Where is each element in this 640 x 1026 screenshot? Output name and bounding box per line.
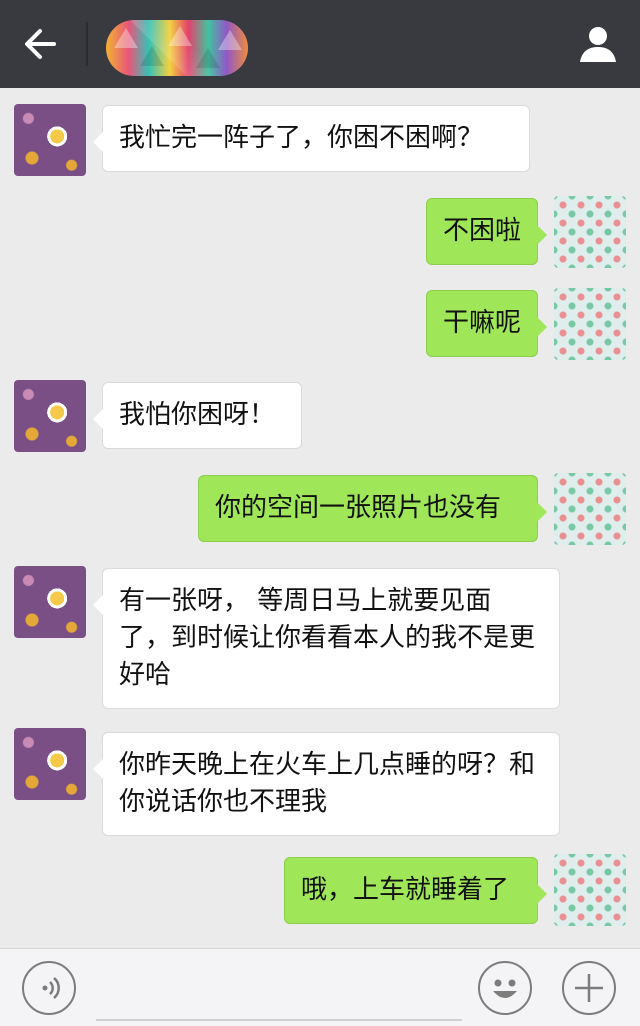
message-text: 干嘛呢 [443, 308, 522, 338]
contact-name-mosaic [106, 20, 248, 76]
more-button[interactable] [562, 961, 616, 1015]
message-text: 我怕你困呀！ [119, 400, 276, 430]
user-icon [580, 27, 616, 62]
contact-avatar[interactable] [14, 104, 86, 176]
emoji-button[interactable] [478, 961, 532, 1015]
message-text: 你的空间一张照片也没有 [215, 493, 502, 523]
voice-button[interactable] [22, 961, 76, 1015]
voice-icon [42, 977, 60, 999]
header-divider [86, 22, 88, 66]
contact-avatar[interactable] [14, 380, 86, 452]
contact-avatar[interactable] [14, 566, 86, 638]
smiley-icon [493, 979, 517, 998]
message-bubble[interactable]: 你的空间一张照片也没有 [198, 475, 547, 542]
contact-avatar[interactable] [14, 728, 86, 800]
message-text: 有一张呀， 等周日马上就要见面了，到时候让你看看本人的我不是更好哈 [119, 586, 536, 690]
message-text: 不困啦 [443, 216, 522, 246]
my-avatar[interactable] [554, 473, 626, 545]
message-text: 我忙完一阵子了，你困不困啊？ [119, 123, 484, 153]
chat-header [0, 0, 640, 88]
message-bubble[interactable]: 哦，上车就睡着了 [284, 857, 547, 924]
message-bubble[interactable]: 我怕你困呀！ [93, 382, 302, 449]
message-bubble[interactable]: 有一张呀， 等周日马上就要见面了，到时候让你看看本人的我不是更好哈 [93, 568, 560, 709]
message-bubble[interactable]: 我忙完一阵子了，你困不困啊？ [93, 105, 530, 172]
message-list[interactable]: 我忙完一阵子了，你困不困啊？ 不困啦 干嘛呢 我怕你困呀！ 你的空间一张照片也没… [0, 88, 640, 948]
message-text: 哦，上车就睡着了 [301, 875, 510, 905]
arrow-left-icon [25, 29, 56, 59]
message-bubble[interactable]: 干嘛呢 [426, 290, 547, 357]
profile-button[interactable] [576, 22, 620, 66]
message-text: 你昨天晚上在火车上几点睡的呀？和你说话你也不理我 [119, 750, 536, 817]
my-avatar[interactable] [554, 196, 626, 268]
back-button[interactable] [18, 22, 68, 66]
message-input[interactable] [96, 1019, 462, 1021]
message-bubble[interactable]: 不困啦 [426, 198, 547, 265]
plus-icon [575, 974, 603, 1002]
message-bubble[interactable]: 你昨天晚上在火车上几点睡的呀？和你说话你也不理我 [93, 732, 560, 836]
input-toolbar [0, 948, 640, 1026]
my-avatar[interactable] [554, 854, 626, 926]
my-avatar[interactable] [554, 288, 626, 360]
